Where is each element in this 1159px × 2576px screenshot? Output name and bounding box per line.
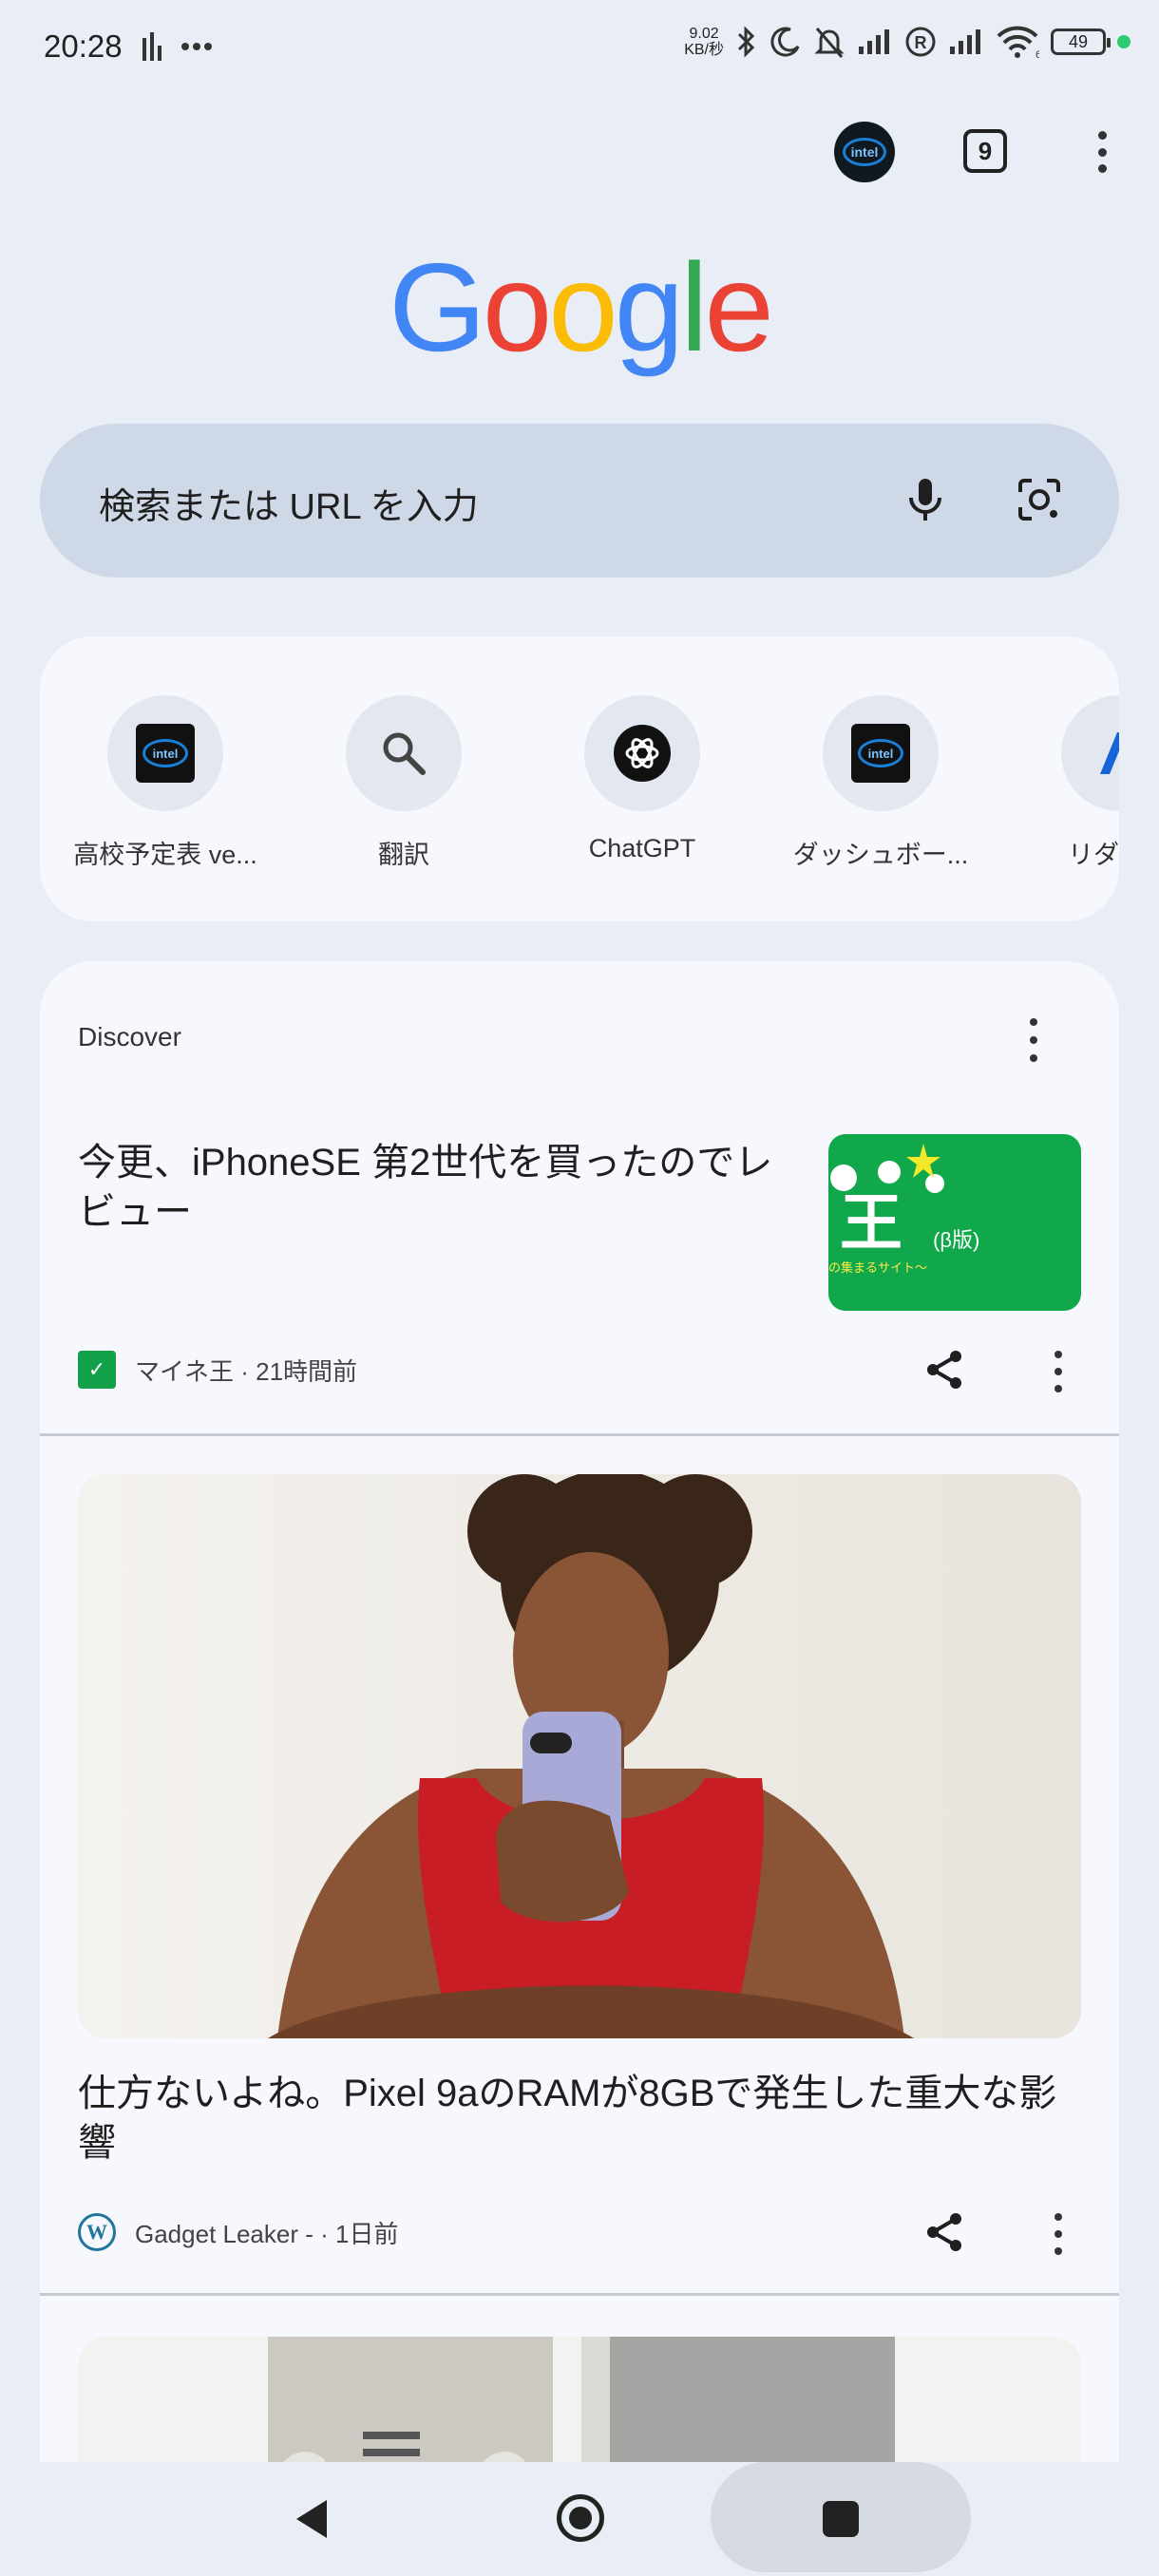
article-menu-button[interactable] bbox=[1049, 1351, 1068, 1392]
logo-letter: e bbox=[704, 237, 773, 377]
svg-text:R: R bbox=[915, 33, 927, 52]
tab-switcher-button[interactable]: 9 bbox=[963, 129, 1007, 173]
recents-icon[interactable] bbox=[823, 2501, 859, 2537]
audio-bars-icon bbox=[142, 32, 162, 61]
roaming-icon: R bbox=[905, 27, 936, 57]
divider bbox=[40, 1433, 1119, 1436]
search-input[interactable]: 検索または URL を入力 bbox=[99, 477, 479, 529]
menu-dot bbox=[1097, 131, 1107, 140]
site-icon bbox=[1100, 732, 1119, 774]
logo-letter: o bbox=[482, 237, 552, 377]
article-hero-image[interactable] bbox=[78, 1474, 1081, 2038]
logo-letter: g bbox=[614, 237, 684, 377]
status-bar: 20:28 9.02 KB/秒 R 6 49 bbox=[0, 0, 1159, 95]
system-nav-bar bbox=[0, 2462, 1159, 2576]
network-speed: 9.02 KB/秒 bbox=[684, 26, 724, 58]
share-icon[interactable] bbox=[922, 1347, 967, 1392]
logo-letter: o bbox=[548, 237, 618, 377]
article-source: マイネ王 · 21時間前 bbox=[135, 1356, 358, 1386]
status-time: 20:28 bbox=[44, 28, 123, 64]
shortcut-label: リダイレ bbox=[1068, 841, 1119, 869]
bluetooth-icon bbox=[737, 26, 755, 58]
divider bbox=[40, 2293, 1119, 2296]
more-notifications-icon bbox=[181, 43, 212, 50]
article-thumbnail[interactable]: 王 (β版) の集まるサイト〜 bbox=[828, 1134, 1081, 1311]
article-source-row: W Gadget Leaker - · 1日前 bbox=[78, 2211, 398, 2253]
signal-icon bbox=[859, 29, 889, 54]
menu-dot bbox=[1097, 164, 1107, 173]
google-logo: Google bbox=[0, 236, 1159, 379]
article-source: Gadget Leaker - · 1日前 bbox=[135, 2219, 399, 2248]
intel-icon: intel bbox=[851, 724, 910, 783]
article-menu-button[interactable] bbox=[1049, 2213, 1068, 2255]
menu-dot bbox=[1097, 147, 1107, 157]
shortcut-tile[interactable]: リダイレ bbox=[1010, 695, 1119, 871]
discover-menu-button[interactable] bbox=[1024, 1018, 1043, 1062]
mute-bell-icon bbox=[814, 28, 845, 58]
thumbnail-beta-text: (β版) bbox=[933, 1228, 980, 1252]
shortcut-tile[interactable]: 翻訳 bbox=[294, 695, 513, 871]
wifi-icon: 6 bbox=[997, 26, 1039, 59]
thumbnail-logo-text: 王 bbox=[840, 1187, 902, 1258]
discover-feed: Discover 今更、iPhoneSE 第2世代を買ったのでレビュー 王 (β… bbox=[40, 961, 1119, 2500]
back-icon[interactable] bbox=[293, 2498, 331, 2540]
home-icon[interactable] bbox=[557, 2494, 604, 2542]
chatgpt-icon bbox=[614, 725, 671, 782]
privacy-indicator-dot bbox=[1117, 35, 1130, 48]
logo-letter: G bbox=[389, 237, 486, 377]
shortcut-tile[interactable]: intel 高校予定表 ve... bbox=[56, 695, 275, 871]
article-title[interactable]: 仕方ないよね。Pixel 9aのRAMが8GBで発生した重大な影響 bbox=[78, 2069, 1085, 2168]
signal-icon-2 bbox=[950, 29, 980, 54]
shortcut-label: ダッシュボー... bbox=[792, 841, 969, 869]
shortcut-label: 翻訳 bbox=[378, 841, 429, 869]
person-with-phone-illustration bbox=[78, 1474, 1081, 2038]
moon-icon bbox=[770, 27, 800, 57]
google-lens-icon[interactable] bbox=[1009, 469, 1070, 530]
shortcut-label: 高校予定表 ve... bbox=[73, 841, 257, 869]
logo-letter: l bbox=[680, 237, 708, 377]
battery-indicator: 49 bbox=[1051, 28, 1111, 55]
shortcut-tile[interactable]: ChatGPT bbox=[533, 695, 751, 863]
thumbnail-subtext: の集まるサイト〜 bbox=[828, 1260, 928, 1275]
search-bar[interactable]: 検索または URL を入力 bbox=[40, 424, 1119, 578]
status-left-icons bbox=[141, 30, 213, 63]
shortcuts-card: intel 高校予定表 ve... 翻訳 ChatGPT intel ダッシュボ… bbox=[40, 636, 1119, 921]
shortcut-label: ChatGPT bbox=[588, 834, 696, 862]
microphone-icon[interactable] bbox=[895, 469, 956, 530]
intel-icon: intel bbox=[136, 724, 195, 783]
article-title[interactable]: 今更、iPhoneSE 第2世代を買ったのでレビュー bbox=[78, 1138, 800, 1237]
status-right-icons: 9.02 KB/秒 R 6 49 bbox=[684, 25, 1130, 59]
svg-text:6: 6 bbox=[1036, 49, 1039, 59]
article-source-row: ✓ マイネ王 · 21時間前 bbox=[78, 1349, 357, 1391]
discover-heading: Discover bbox=[78, 1022, 181, 1051]
shortcut-tile[interactable]: intel ダッシュボー... bbox=[771, 695, 990, 871]
intel-logo-icon: intel bbox=[843, 138, 886, 166]
share-icon[interactable] bbox=[922, 2209, 967, 2255]
wordpress-favicon-icon: W bbox=[78, 2213, 116, 2251]
overflow-menu-button[interactable] bbox=[1089, 127, 1115, 177]
mineo-favicon-icon: ✓ bbox=[78, 1351, 116, 1389]
account-avatar[interactable]: intel bbox=[834, 122, 895, 182]
search-icon bbox=[383, 732, 426, 775]
